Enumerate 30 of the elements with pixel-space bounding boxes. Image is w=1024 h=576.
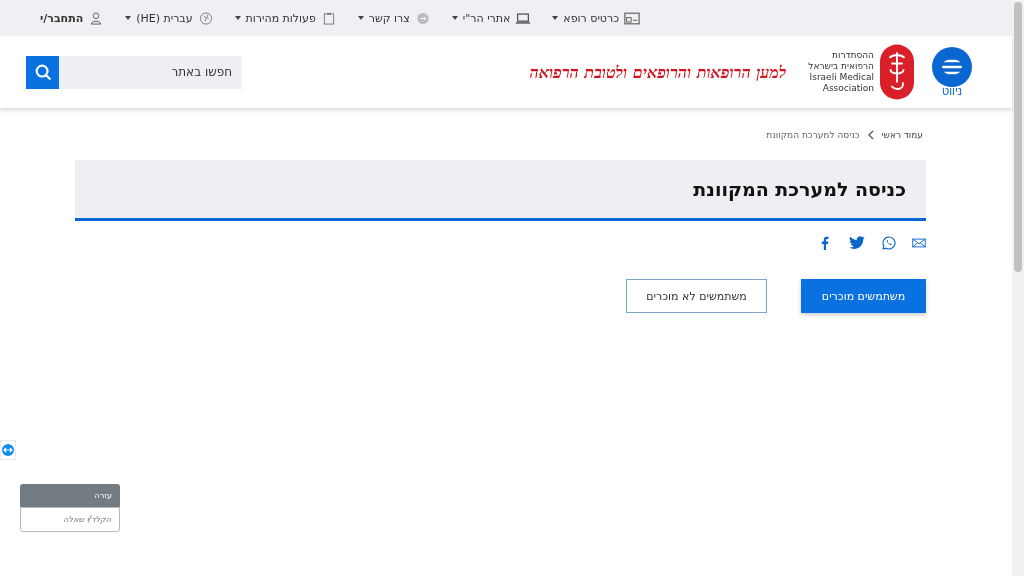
logo-emblem-icon bbox=[880, 43, 914, 101]
top-menu-item[interactable]: התחבר/י bbox=[40, 11, 105, 25]
search-field[interactable]: חפשו באתר bbox=[59, 55, 242, 89]
navigation-menu-button[interactable]: ניווט bbox=[932, 47, 972, 97]
menu-icon bbox=[932, 47, 972, 87]
breadcrumb-link[interactable]: עמוד ראשי bbox=[881, 130, 923, 140]
slogan: למען הרופאות והרופאים ולטובת הרפואה bbox=[529, 62, 787, 82]
top-menu-item[interactable]: כרטיס רופא bbox=[552, 11, 640, 25]
secondary-button[interactable]: משתמשים לא מוכרים bbox=[626, 279, 767, 313]
question-field[interactable]: הקלד/י שאלה bbox=[20, 507, 120, 532]
chevron-icon bbox=[867, 130, 874, 140]
search-button[interactable] bbox=[26, 55, 59, 89]
laptop-icon bbox=[515, 11, 532, 25]
top-menu-item[interactable]: פעולות מהירות bbox=[234, 11, 337, 25]
id-card-icon bbox=[624, 11, 640, 25]
remote-support-icon[interactable] bbox=[0, 440, 16, 460]
globe-icon bbox=[197, 11, 214, 25]
whatsapp-icon[interactable] bbox=[882, 236, 896, 250]
page-title: כניסה למערכת המקוונת bbox=[693, 178, 906, 200]
bird-icon[interactable] bbox=[848, 236, 866, 250]
primary-button[interactable]: משתמשים מוכרים bbox=[801, 279, 926, 313]
help-title: עזרה bbox=[94, 491, 112, 500]
envelope-icon[interactable] bbox=[912, 236, 926, 250]
search-icon bbox=[33, 63, 52, 81]
contact-icon bbox=[414, 11, 431, 25]
breadcrumb-link[interactable]: כניסה למערכת המקוונת bbox=[766, 130, 860, 140]
top-menu-item[interactable]: עברית (HE) bbox=[125, 11, 214, 25]
scrollbar[interactable] bbox=[1012, 0, 1024, 576]
top-menu-item[interactable]: אתרי הר"י bbox=[451, 11, 532, 25]
top-menu-item[interactable]: צרו קשר bbox=[357, 11, 431, 25]
